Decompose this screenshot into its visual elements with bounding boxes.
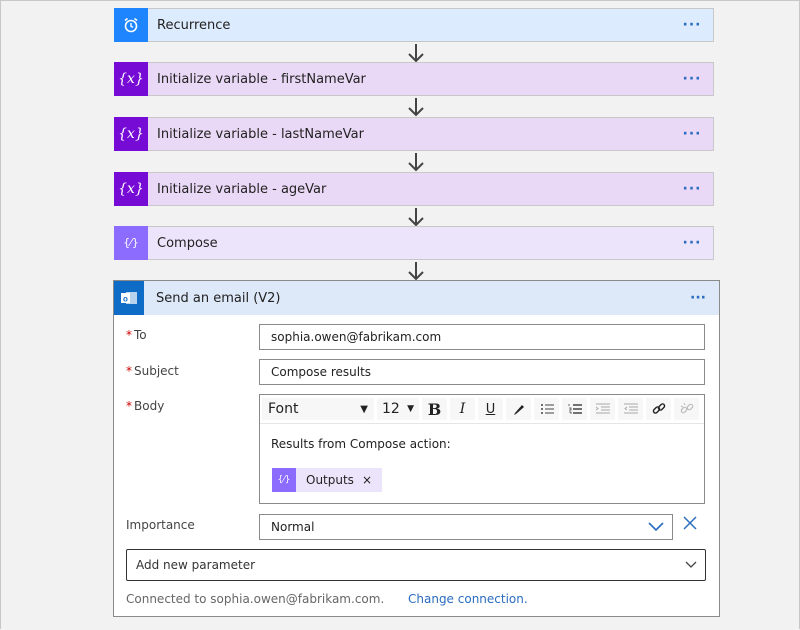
bullet-list-button[interactable] xyxy=(534,398,559,420)
step-initialize-lastnamevar[interactable]: {x} Initialize variable - lastNameVar ··… xyxy=(114,116,714,151)
editor-toolbar: Font ▼ 12 ▼ B I U xyxy=(260,395,704,424)
underline-button[interactable]: U xyxy=(478,398,503,420)
more-options-icon[interactable]: ··· xyxy=(677,126,707,142)
arrow-down-icon xyxy=(408,153,424,172)
connection-status: Connected to sophia.owen@fabrikam.com. xyxy=(126,592,385,606)
bold-button[interactable]: B xyxy=(422,398,447,420)
more-options-icon[interactable]: ··· xyxy=(677,181,707,197)
more-options-icon[interactable]: ··· xyxy=(677,71,707,87)
more-options-icon[interactable]: ··· xyxy=(677,235,707,251)
body-text: Results from Compose action: xyxy=(271,437,451,451)
increase-indent-button[interactable] xyxy=(618,398,643,420)
step-initialize-firstnamevar[interactable]: {x} Initialize variable - firstNameVar ·… xyxy=(114,61,714,96)
compose-icon: {⁄} xyxy=(114,225,148,260)
highlight-pen-button[interactable] xyxy=(506,398,531,420)
insert-link-button[interactable] xyxy=(646,398,671,420)
step-recurrence[interactable]: Recurrence ··· xyxy=(114,7,714,42)
decrease-indent-button[interactable] xyxy=(590,398,615,420)
variable-icon: {x} xyxy=(114,116,148,151)
more-options-icon[interactable]: ··· xyxy=(677,17,707,33)
bullet-list-icon xyxy=(540,404,554,414)
to-field[interactable]: sophia.owen@fabrikam.com xyxy=(259,324,705,350)
subject-label: * Subject xyxy=(126,364,179,378)
font-size-select[interactable]: 12 ▼ xyxy=(377,398,419,420)
change-connection-link[interactable]: Change connection. xyxy=(408,592,528,606)
email-card-title: Send an email (V2) xyxy=(156,290,281,306)
step-title: Compose xyxy=(157,235,218,251)
importance-label: Importance xyxy=(126,518,195,532)
step-compose[interactable]: {⁄} Compose ··· xyxy=(114,225,714,260)
remove-link-button[interactable] xyxy=(674,398,699,420)
email-card-header[interactable]: o Send an email (V2) ··· xyxy=(114,281,719,315)
indent-decrease-icon xyxy=(595,403,610,414)
indent-increase-icon xyxy=(623,403,638,414)
step-title: Recurrence xyxy=(157,17,231,33)
unlink-icon xyxy=(680,402,693,414)
arrow-down-icon xyxy=(408,44,424,63)
numbered-list-icon xyxy=(568,404,582,414)
arrow-down-icon xyxy=(408,262,424,281)
compose-icon: {⁄} xyxy=(272,468,296,492)
italic-button[interactable]: I xyxy=(450,398,475,420)
variable-icon: {x} xyxy=(114,61,148,96)
chevron-down-icon xyxy=(648,522,664,532)
alarm-clock-icon xyxy=(114,7,148,42)
body-editor[interactable]: Font ▼ 12 ▼ B I U Results from Compose act… xyxy=(259,394,705,504)
step-initialize-agevar[interactable]: {x} Initialize variable - ageVar ··· xyxy=(114,171,714,206)
outputs-token[interactable]: {⁄} Outputs × xyxy=(272,468,382,492)
body-label: * Body xyxy=(126,399,165,413)
clear-icon[interactable] xyxy=(683,516,697,530)
arrow-down-icon xyxy=(408,98,424,117)
outlook-icon: o xyxy=(114,281,144,315)
svg-text:o: o xyxy=(123,295,128,304)
step-title: Initialize variable - firstNameVar xyxy=(157,71,366,87)
add-new-parameter-dropdown[interactable]: Add new parameter xyxy=(126,549,706,581)
numbered-list-button[interactable] xyxy=(562,398,587,420)
step-send-email: o Send an email (V2) ··· * To sophia.owen… xyxy=(113,280,720,617)
token-label: Outputs xyxy=(306,473,354,487)
arrow-down-icon xyxy=(408,208,424,227)
step-title: Initialize variable - lastNameVar xyxy=(157,126,364,142)
to-label: * To xyxy=(126,328,147,342)
more-options-icon[interactable]: ··· xyxy=(683,290,713,306)
remove-token-icon[interactable]: × xyxy=(362,473,372,487)
importance-select[interactable]: Normal xyxy=(259,514,673,540)
variable-icon: {x} xyxy=(114,171,148,206)
subject-field[interactable]: Compose results xyxy=(259,359,705,385)
pen-icon xyxy=(513,405,524,415)
step-title: Initialize variable - ageVar xyxy=(157,181,327,197)
font-select[interactable]: Font ▼ xyxy=(262,398,374,420)
chevron-down-icon xyxy=(685,561,697,568)
link-icon xyxy=(652,403,665,414)
